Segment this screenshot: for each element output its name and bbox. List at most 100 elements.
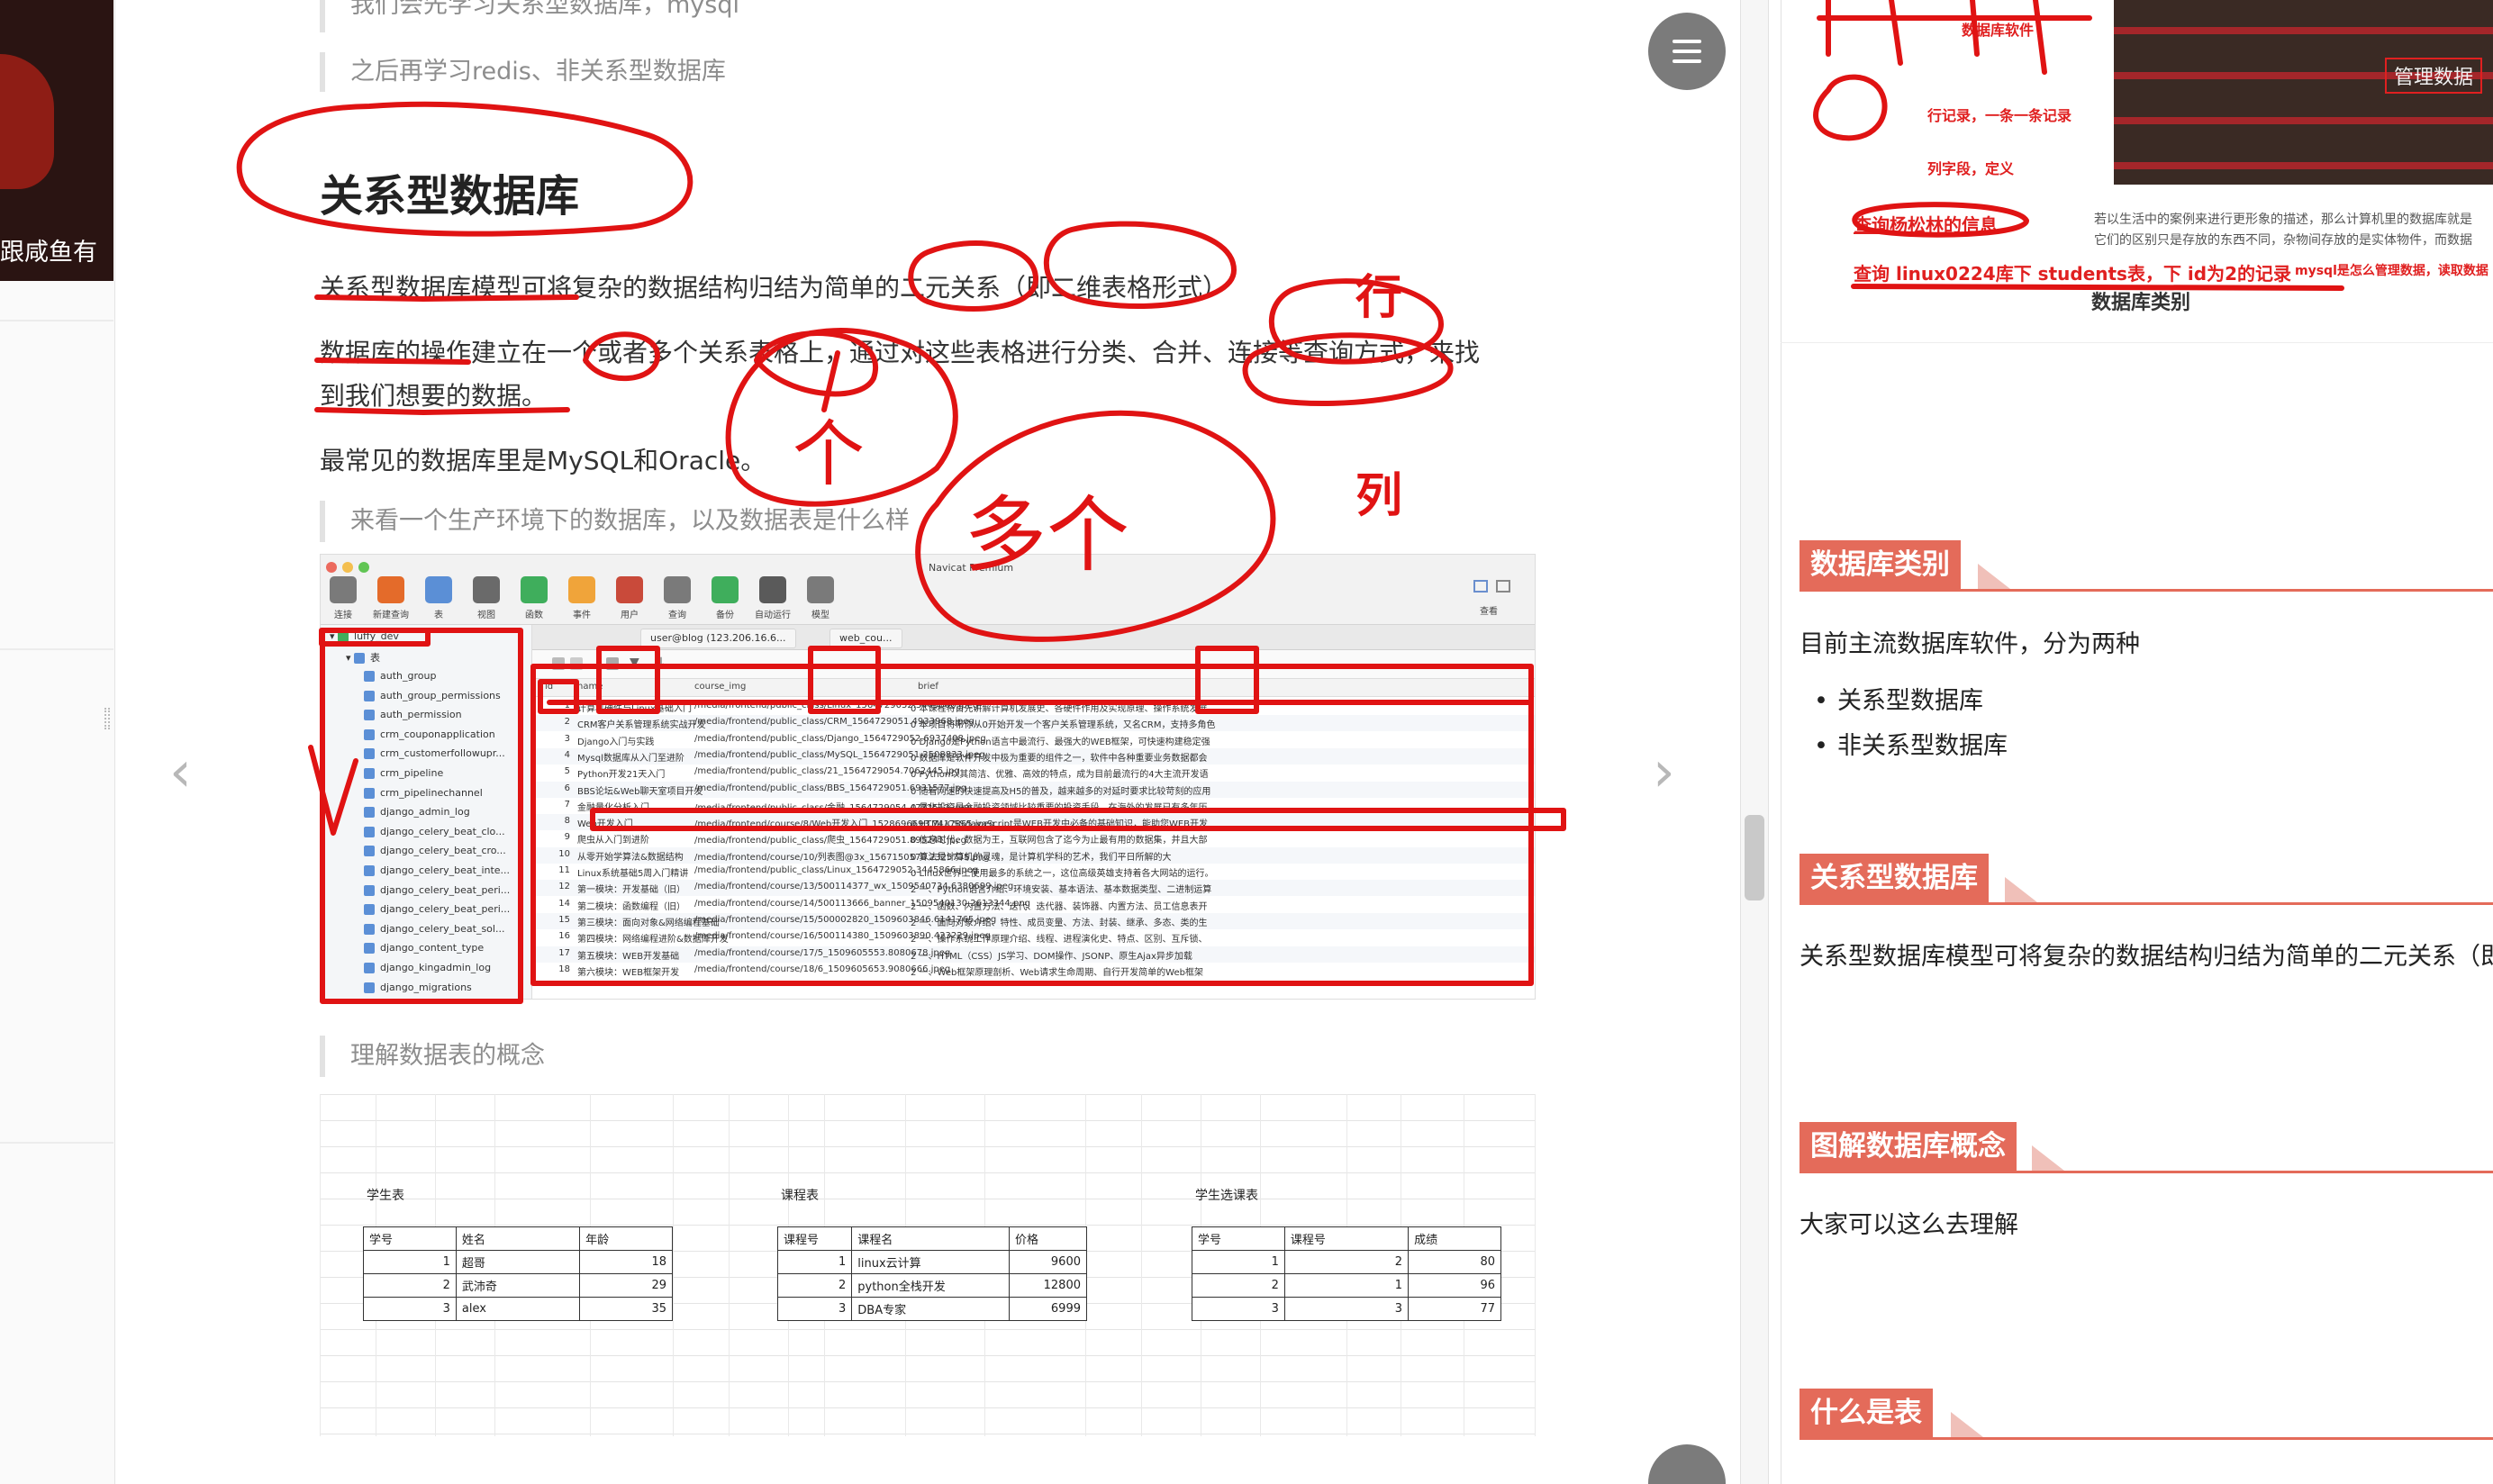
toolbar-button[interactable]: 自动运行 (752, 576, 793, 620)
toolbar-button[interactable]: 查询 (657, 576, 698, 620)
table-cell: 9600 (1009, 1250, 1087, 1274)
header-cell: 姓名 (455, 1226, 581, 1251)
table-cell: 3 (363, 1297, 457, 1321)
db-item[interactable]: ▾ luffy_dev (321, 630, 532, 650)
delete-row-icon[interactable] (570, 657, 583, 670)
table-tree-item[interactable]: auth_group (321, 670, 532, 690)
table-row[interactable]: 2 CRM客户关系管理系统实战开发/media/frontend/public_c… (532, 715, 1535, 732)
table-tree-item[interactable]: django_celery_beat_sol... (321, 923, 532, 943)
table-tree-item[interactable]: crm_customerfollowupr... (321, 747, 532, 767)
column-header[interactable]: course_img (694, 682, 746, 692)
table-row[interactable]: 7 金融量化分析入门/media/frontend/public_class/金融… (532, 798, 1535, 814)
toolbar-button[interactable]: 连接 (322, 576, 364, 620)
table-tree-item[interactable]: django_content_type (321, 942, 532, 962)
table-tree-item[interactable]: django_celery_beat_peri... (321, 903, 532, 923)
table-tree-item[interactable]: auth_group_permissions (321, 690, 532, 710)
category-label: 数据库类别 (2091, 292, 2191, 314)
table-row[interactable]: 18 第六模块：WEB框架开发/media/frontend/course/18/… (532, 963, 1535, 979)
table-tree-item[interactable]: crm_pipelinechannel (321, 787, 532, 807)
navicat-tree: ▾ luffy_dev ▾ 表 auth_group auth_group_per… (321, 625, 532, 999)
table-cell: 2 一、Python语言介绍、环境安装、基本语法、基本数据类型、二进制运算 (911, 885, 1212, 896)
grid-line (1535, 1094, 1536, 1436)
table-row[interactable]: 11 Linux系统基础5周入门精讲/media/frontend/public_… (532, 864, 1535, 880)
grid-line (1141, 1094, 1142, 1436)
toolbar-icon (473, 576, 500, 603)
shelf (2114, 117, 2493, 124)
video-frame (0, 54, 54, 189)
table-row[interactable]: 4 Mysql数据库从入门至进阶/media/frontend/public_cl… (532, 747, 1535, 765)
toolbar-button[interactable]: 函数 (513, 576, 555, 620)
table-tree-item[interactable]: django_admin_log (321, 806, 532, 826)
main-scrollbar[interactable] (1740, 0, 1769, 1484)
table-cell: CRM客户关系管理系统实战开发 (577, 720, 706, 731)
toolbar-button[interactable]: 事件 (561, 576, 603, 620)
table-tree-item[interactable]: django_celery_beat_inte... (321, 864, 532, 884)
table-tree-item[interactable]: django_celery_beat_peri... (321, 884, 532, 904)
toolbar-label: 自动运行 (755, 611, 791, 620)
main-scrollbar-thumb[interactable] (1745, 815, 1764, 900)
table-cell: 爬虫从入门到进阶 (577, 836, 649, 846)
table-tree-item[interactable]: crm_pipeline (321, 767, 532, 787)
screenshot-root: 跟咸鱼有 我们会先学习关系型数据库，mysql 之后再学习redis、非关系型数… (0, 0, 2493, 1484)
table-cell: Web开发入门 (577, 819, 633, 830)
next-arrow-icon[interactable]: › (1653, 738, 1675, 804)
menu-icon (1673, 59, 1701, 63)
column-header[interactable]: brief (918, 682, 938, 692)
table-cell: 6 (564, 783, 570, 793)
table-row[interactable]: 12 第一模块：开发基础（旧）/media/frontend/course/13/… (532, 880, 1535, 897)
table-row[interactable]: 17 第五模块：WEB开发基础/media/frontend/course/17/… (532, 946, 1535, 963)
toolbar-button[interactable]: 备份 (704, 576, 746, 620)
table-row[interactable]: 6 BBS论坛&Web聊天室项目开发/media/frontend/public_… (532, 781, 1535, 798)
section-tag: 什么是表 (1799, 1389, 1933, 1437)
table-name: django_admin_log (380, 806, 470, 819)
sort-icon[interactable]: ⇅ (654, 656, 665, 670)
table-tree-item[interactable]: django_celery_beat_clo... (321, 826, 532, 846)
table-name: auth_permission (380, 709, 462, 721)
column-header[interactable]: id (545, 682, 553, 692)
tab-table[interactable]: web_cou... (829, 629, 902, 648)
filter-icon[interactable]: ▼ (630, 656, 639, 670)
table-row[interactable]: 14 第二模块：函数编程（旧）/media/frontend/course/14/… (532, 897, 1535, 913)
table-tree-item[interactable]: crm_couponapplication (321, 728, 532, 748)
table-tree-item[interactable]: auth_permission (321, 709, 532, 728)
video-thumbnail[interactable]: 跟咸鱼有 (0, 0, 113, 281)
table-row[interactable]: 8 Web开发入门/media/frontend/course/8/Web开发入门… (532, 814, 1535, 831)
toolbar-icon (568, 576, 595, 603)
table-cell: 第六模块：WEB框架开发 (577, 967, 680, 978)
table-row[interactable]: 16 第四模块：网络编程进阶&数据库开发/media/frontend/cours… (532, 929, 1535, 946)
resize-handle[interactable] (104, 708, 110, 729)
toolbar-button[interactable]: 新建查询 (370, 576, 412, 620)
table-cell: 第一模块：开发基础（旧） (577, 885, 685, 896)
menu-button[interactable] (1648, 13, 1726, 90)
panel-toggle-icon[interactable] (1496, 580, 1510, 593)
sidebar-divider (0, 1142, 113, 1144)
table-row[interactable]: 1 计算机硬件与Linux基础入门/media/frontend/public_c… (532, 699, 1535, 715)
toolbar-button[interactable]: 视图 (466, 576, 507, 620)
table-cell: 1 (776, 1250, 853, 1274)
table-tree-item[interactable]: django_celery_beat_cro... (321, 845, 532, 864)
table-tree-item[interactable]: django_kingadmin_log (321, 962, 532, 982)
table-row[interactable]: 15 第三模块：面向对象&网络编程基础/media/frontend/course… (532, 912, 1535, 930)
toolbar-label: 新建查询 (373, 611, 409, 620)
table-cell: alex (455, 1297, 581, 1321)
toolbar-button[interactable]: 模型 (800, 576, 841, 620)
section-slope (2032, 1145, 2064, 1171)
tab-connection[interactable]: user@blog (123.206.16.6... (640, 629, 796, 648)
toolbar-button[interactable]: 表 (418, 576, 459, 620)
table-row[interactable]: 3 Django入门与实践/media/frontend/public_class… (532, 732, 1535, 748)
navicat-tabs: user@blog (123.206.16.6... web_cou... (532, 625, 1535, 650)
refresh-icon[interactable] (606, 657, 619, 670)
table-row[interactable]: 10 从零开始学算法&数据结构/media/frontend/course/10/… (532, 846, 1535, 864)
prev-arrow-icon[interactable]: ‹ (169, 738, 192, 804)
table-tree-item[interactable]: django_migrations (321, 982, 532, 999)
add-row-icon[interactable] (552, 657, 565, 670)
tables-folder[interactable]: ▾ 表 (321, 650, 532, 670)
toolbar-button[interactable]: 用户 (609, 576, 650, 620)
header-cell: 学号 (1192, 1226, 1285, 1251)
table-row[interactable]: 9 爬虫从入门到进阶/media/frontend/public_class/爬虫… (532, 830, 1535, 846)
spreadsheet-image: 学生表 课程表 学生选课表 学号 姓名 年龄 1 超哥 18 2 武沛奇 29 3 alex 35 课… (320, 1094, 1536, 1436)
table-row[interactable]: 5 Python开发21天入门/media/frontend/public_cla… (532, 765, 1535, 781)
scroll-top-button[interactable] (1648, 1444, 1726, 1484)
sidebar-toggle-icon[interactable] (1473, 580, 1488, 593)
column-header[interactable]: name (577, 682, 603, 692)
